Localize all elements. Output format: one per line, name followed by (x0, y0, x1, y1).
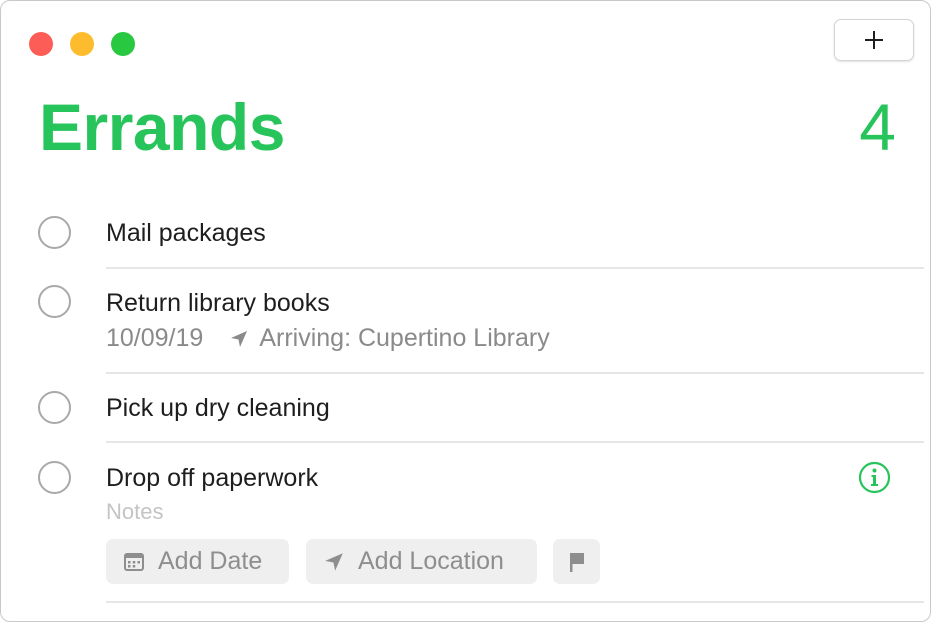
calendar-icon (123, 551, 145, 573)
task-checkbox[interactable] (38, 461, 71, 494)
task-title[interactable]: Drop off paperwork (106, 464, 318, 493)
location-arrow-icon (229, 329, 249, 349)
row-separator (106, 601, 924, 603)
list-count: 4 (859, 90, 896, 164)
close-window-button[interactable] (29, 32, 53, 56)
info-icon[interactable] (858, 461, 891, 494)
task-location: Arriving: Cupertino Library (259, 324, 550, 352)
add-date-button[interactable]: Add Date (106, 539, 289, 584)
task-title[interactable]: Pick up dry cleaning (106, 394, 330, 423)
task-checkbox[interactable] (38, 216, 71, 249)
task-meta: 10/09/19 Arriving: Cupertino Library (106, 324, 550, 353)
add-reminder-button[interactable] (834, 19, 914, 61)
flag-button[interactable] (553, 539, 600, 584)
list-title: Errands (39, 90, 285, 164)
reminders-window: Errands 4 Mail packages Return library b… (0, 0, 931, 622)
zoom-window-button[interactable] (111, 32, 135, 56)
plus-icon (865, 31, 883, 49)
minimize-window-button[interactable] (70, 32, 94, 56)
task-date: 10/09/19 (106, 324, 204, 352)
row-separator (106, 441, 924, 443)
add-location-button[interactable]: Add Location (306, 539, 537, 584)
task-checkbox[interactable] (38, 285, 71, 318)
task-title[interactable]: Return library books (106, 289, 330, 318)
task-checkbox[interactable] (38, 391, 71, 424)
row-separator (106, 267, 924, 269)
flag-icon (569, 552, 584, 572)
add-date-label: Add Date (158, 547, 263, 575)
task-title[interactable]: Mail packages (106, 219, 266, 248)
add-location-label: Add Location (358, 547, 504, 575)
row-separator (106, 372, 924, 374)
notes-field[interactable]: Notes (106, 499, 163, 525)
location-arrow-icon (323, 551, 345, 573)
